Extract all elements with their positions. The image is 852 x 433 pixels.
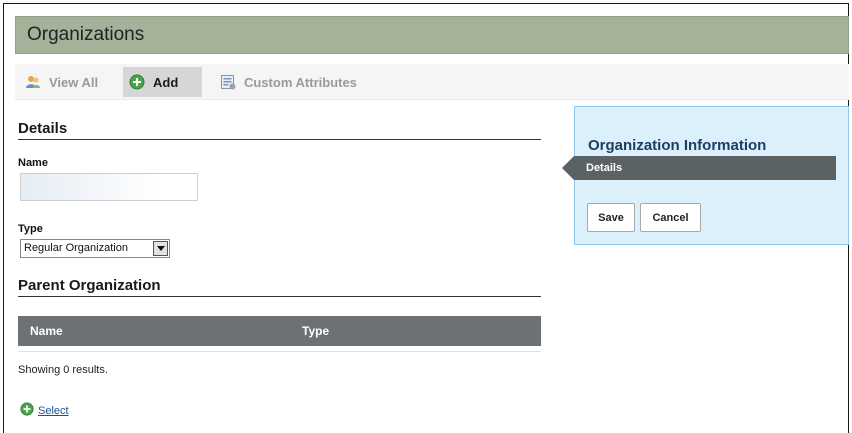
details-heading: Details bbox=[18, 120, 68, 137]
portlet-title-bar: Organizations bbox=[15, 16, 849, 54]
tab-bar: View All Add Custom Attributes bbox=[15, 64, 849, 100]
table-bottom-rule bbox=[18, 351, 541, 352]
info-panel-title: Organization Information bbox=[588, 137, 767, 154]
name-input[interactable] bbox=[20, 173, 198, 201]
results-count: Showing 0 results. bbox=[18, 364, 108, 376]
tab-add[interactable]: Add bbox=[123, 67, 202, 97]
parent-organization-heading: Parent Organization bbox=[18, 277, 161, 294]
table-header: Name Type bbox=[18, 316, 541, 346]
tab-view-all[interactable]: View All bbox=[25, 67, 98, 97]
tab-add-label: Add bbox=[153, 74, 179, 90]
info-nav-details-label: Details bbox=[574, 156, 836, 180]
info-nav-details[interactable]: Details bbox=[562, 156, 836, 180]
select-link[interactable]: Select bbox=[38, 405, 69, 417]
column-header-type[interactable]: Type bbox=[302, 324, 329, 338]
cancel-button[interactable]: Cancel bbox=[640, 203, 701, 232]
parent-organization-divider bbox=[18, 296, 541, 297]
add-circle-icon bbox=[20, 402, 34, 419]
users-icon bbox=[25, 74, 41, 90]
column-header-name[interactable]: Name bbox=[30, 324, 63, 338]
type-label: Type bbox=[18, 223, 43, 235]
tab-view-all-label: View All bbox=[49, 74, 99, 90]
nav-arrow-icon bbox=[562, 156, 574, 180]
chevron-down-icon[interactable] bbox=[153, 241, 168, 256]
select-parent-link[interactable]: Select bbox=[20, 402, 69, 419]
type-select-value: Regular Organization bbox=[24, 242, 128, 254]
details-divider bbox=[18, 139, 541, 140]
save-button[interactable]: Save bbox=[587, 203, 635, 232]
tab-custom-attributes-label: Custom Attributes bbox=[244, 74, 357, 90]
page-title: Organizations bbox=[27, 24, 145, 45]
add-circle-icon bbox=[129, 74, 145, 90]
form-icon bbox=[220, 74, 236, 90]
type-select[interactable]: Regular Organization bbox=[20, 239, 170, 258]
name-label: Name bbox=[18, 157, 48, 169]
tab-custom-attributes[interactable]: Custom Attributes bbox=[220, 67, 357, 97]
